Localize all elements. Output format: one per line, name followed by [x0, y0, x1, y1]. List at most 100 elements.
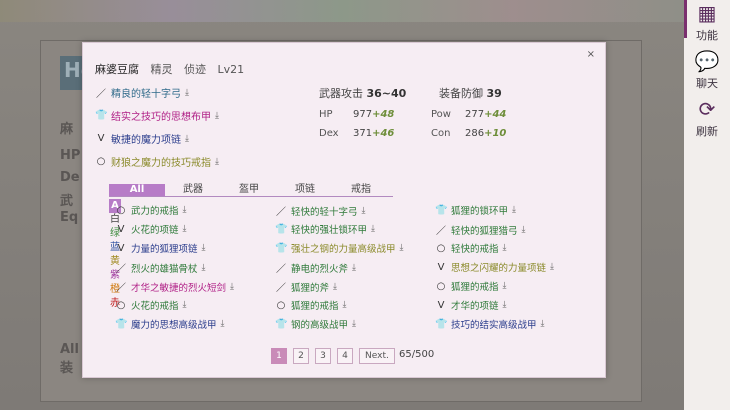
- next-page-button[interactable]: Next.: [359, 348, 395, 364]
- inventory-item[interactable]: ／ 狐狸的斧 ⤓: [275, 279, 337, 295]
- weapon-attack-value: 36~40: [366, 87, 407, 100]
- equipment-icon: Ⅴ: [97, 133, 105, 144]
- equipped-item[interactable]: ／ 精良的轻十字弓 ⤓: [95, 85, 189, 101]
- inventory-item[interactable]: Ⅴ 才华的项链 ⤓: [435, 298, 507, 313]
- item-name: 烈火的雄猫骨杖: [131, 263, 198, 275]
- inventory-item[interactable]: Ⅴ 思想之闪耀的力量项链 ⤓: [435, 260, 554, 275]
- rail-button-1[interactable]: 💬 聊天: [684, 50, 730, 91]
- download-icon[interactable]: ⤓: [202, 263, 206, 273]
- download-icon[interactable]: ⤓: [215, 111, 219, 121]
- item-icon: 👕: [275, 242, 288, 254]
- stat-hp: HP 977+48: [319, 109, 394, 120]
- background-text: 麻: [60, 122, 74, 137]
- tab-3[interactable]: 项链: [277, 184, 333, 196]
- inventory-item[interactable]: 👕 轻快的强壮锁环甲 ⤓: [275, 222, 375, 237]
- download-icon[interactable]: ⤓: [503, 243, 507, 253]
- tab-1[interactable]: 武器: [165, 184, 221, 196]
- inventory-item[interactable]: 👕 狐狸的锁环甲 ⤓: [435, 203, 516, 218]
- inventory-item[interactable]: ○ 火花的戒指 ⤓: [115, 298, 187, 313]
- inventory-item[interactable]: 👕 魔力的思想高级战甲 ⤓: [115, 317, 225, 332]
- stat-bonus: +48: [372, 109, 395, 120]
- background-banner: [0, 0, 684, 22]
- close-icon[interactable]: ×: [587, 49, 595, 60]
- equipped-item-name: 敏捷的魔力项链: [111, 135, 181, 146]
- download-icon[interactable]: ⤓: [221, 319, 225, 329]
- download-icon[interactable]: ⤓: [371, 224, 375, 234]
- item-icon: Ⅴ: [117, 223, 125, 235]
- inventory-item[interactable]: ／ 静电的烈火斧 ⤓: [275, 260, 356, 276]
- download-icon[interactable]: ⤓: [503, 300, 507, 310]
- inventory-item[interactable]: ○ 武力的戒指 ⤓: [115, 203, 187, 218]
- inventory-item[interactable]: 👕 技巧的结实高级战甲 ⤓: [435, 317, 545, 332]
- inventory-item[interactable]: 👕 钢的高级战甲 ⤓: [275, 317, 356, 332]
- item-name: 狐狸的锁环甲: [451, 206, 509, 217]
- inventory-item[interactable]: ○ 轻快的戒指 ⤓: [435, 241, 507, 256]
- inventory-item[interactable]: ／ 才华之敏捷的烈火短剑 ⤓: [115, 279, 234, 295]
- rail-button-2[interactable]: ⟳ 刷新: [684, 98, 730, 139]
- item-name: 强壮之钢的力量高级战甲: [291, 244, 396, 255]
- item-name: 火花的项链: [131, 225, 179, 236]
- tab-4[interactable]: 戒指: [333, 184, 389, 196]
- download-icon[interactable]: ⤓: [343, 300, 347, 310]
- download-icon[interactable]: ⤓: [522, 225, 526, 235]
- page-1[interactable]: 1: [271, 348, 287, 364]
- download-icon[interactable]: ⤓: [230, 282, 234, 292]
- equipped-item[interactable]: 👕 结实之技巧的思想布甲 ⤓: [95, 108, 219, 123]
- character-header: 麻婆豆腐 精灵 侦迹 Lv21: [95, 61, 244, 77]
- item-icon: ／: [116, 283, 126, 294]
- character-class: 侦迹: [184, 63, 206, 76]
- item-name: 轻快的轻十字弓: [291, 206, 358, 218]
- tab-2[interactable]: 盔甲: [221, 184, 277, 196]
- download-icon[interactable]: ⤓: [352, 263, 356, 273]
- background-text: 武: [60, 194, 74, 209]
- right-rail: ▦ 功能 💬 聊天 ⟳ 刷新: [684, 0, 730, 410]
- page-3[interactable]: 3: [315, 348, 331, 364]
- item-icon: 👕: [275, 318, 288, 330]
- rail-button-0[interactable]: ▦ 功能: [684, 2, 730, 43]
- item-name: 狐狸的戒指: [291, 301, 339, 312]
- inventory-item[interactable]: ／ 轻快的狐狸猎弓 ⤓: [435, 222, 526, 238]
- page-2[interactable]: 2: [293, 348, 309, 364]
- download-icon[interactable]: ⤓: [202, 243, 206, 253]
- inventory-item[interactable]: ／ 烈火的雄猫骨杖 ⤓: [115, 260, 206, 276]
- download-icon[interactable]: ⤓: [400, 243, 404, 253]
- item-name: 狐狸的戒指: [451, 282, 499, 293]
- item-name: 技巧的结实高级战甲: [451, 320, 537, 331]
- download-icon[interactable]: ⤓: [183, 205, 187, 215]
- background-text: 装: [60, 361, 74, 376]
- inventory-item[interactable]: ○ 狐狸的戒指 ⤓: [435, 279, 507, 294]
- download-icon[interactable]: ⤓: [333, 282, 337, 292]
- item-icon: 👕: [435, 318, 448, 330]
- download-icon[interactable]: ⤓: [512, 205, 516, 215]
- download-icon[interactable]: ⤓: [185, 134, 189, 144]
- item-icon: ／: [276, 264, 286, 275]
- stat-key: Dex: [319, 128, 339, 139]
- download-icon[interactable]: ⤓: [550, 262, 554, 272]
- download-icon[interactable]: ⤓: [183, 224, 187, 234]
- download-icon[interactable]: ⤓: [503, 281, 507, 291]
- equipped-item-name: 精良的轻十字弓: [111, 89, 181, 100]
- category-tabs: All 武器 盔甲 项链 戒指: [109, 184, 393, 197]
- download-icon[interactable]: ⤓: [185, 88, 189, 98]
- tab-0[interactable]: All: [109, 184, 165, 196]
- inventory-item[interactable]: ／ 轻快的轻十字弓 ⤓: [275, 203, 366, 219]
- equipment-icon: 👕: [95, 110, 108, 121]
- download-icon[interactable]: ⤓: [352, 319, 356, 329]
- item-name: 狐狸的斧: [291, 282, 330, 294]
- inventory-item[interactable]: 👕 强壮之钢的力量高级战甲 ⤓: [275, 241, 404, 256]
- download-icon[interactable]: ⤓: [541, 319, 545, 329]
- stat-value: 277: [465, 109, 485, 120]
- inventory-item[interactable]: ○ 狐狸的戒指 ⤓: [275, 298, 347, 313]
- equipment-icon: ／: [96, 89, 106, 100]
- inventory-item[interactable]: Ⅴ 火花的项链 ⤓: [115, 222, 187, 237]
- item-name: 武力的戒指: [131, 206, 179, 217]
- stat-pow: Pow 277+44: [431, 109, 506, 120]
- download-icon[interactable]: ⤓: [215, 157, 219, 167]
- page-4[interactable]: 4: [337, 348, 353, 364]
- equipped-item[interactable]: ○ 财狼之魔力的技巧戒指 ⤓: [95, 154, 219, 169]
- inventory-item[interactable]: Ⅴ 力量的狐狸项链 ⤓: [115, 241, 206, 256]
- item-name: 钢的高级战甲: [291, 320, 349, 331]
- download-icon[interactable]: ⤓: [362, 206, 366, 216]
- download-icon[interactable]: ⤓: [183, 300, 187, 310]
- equipped-item[interactable]: Ⅴ 敏捷的魔力项链 ⤓: [95, 131, 189, 146]
